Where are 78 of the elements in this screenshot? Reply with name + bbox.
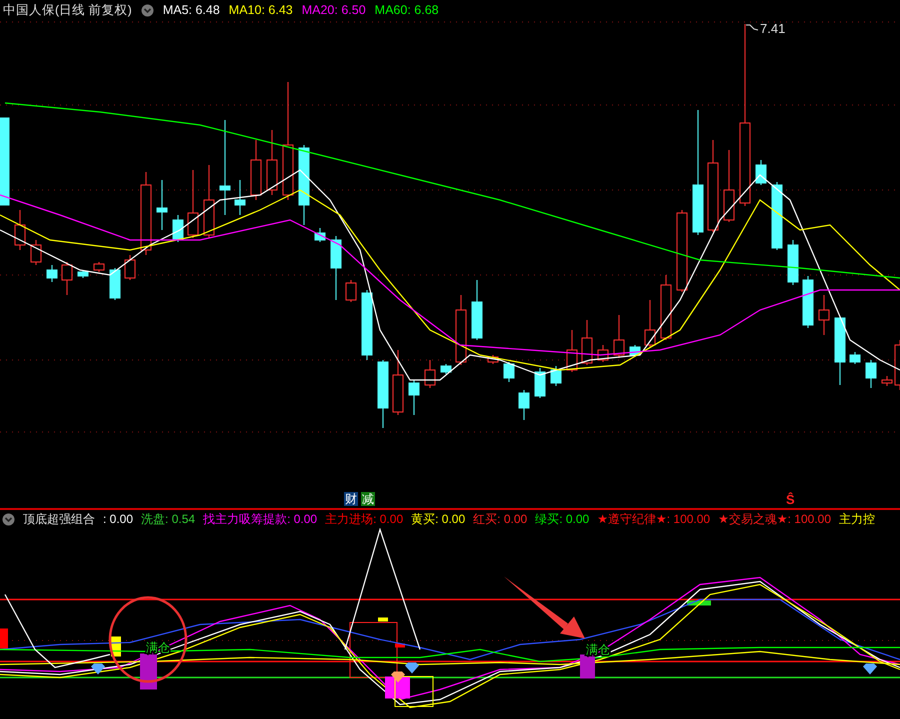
candle [250, 140, 262, 200]
ma-reading: MA5: 6.48 [162, 3, 220, 17]
candle [756, 160, 766, 186]
event-badge[interactable]: 减 [361, 492, 375, 506]
signal-mark: Ŝ [786, 493, 795, 507]
candle [472, 280, 482, 340]
candle [14, 210, 26, 250]
diamond-icon [405, 662, 419, 674]
candle [94, 262, 104, 272]
candle [504, 362, 514, 382]
indicator-reading: : 0.00 [103, 512, 134, 526]
volume-bar [580, 654, 595, 678]
candle [46, 264, 58, 282]
signal-bar [0, 628, 8, 648]
candle [456, 294, 466, 366]
candle [630, 344, 640, 358]
candle [30, 240, 42, 266]
candle [644, 300, 656, 348]
candle [234, 180, 246, 216]
candle [582, 320, 592, 366]
candle [314, 228, 326, 242]
dropdown-icon[interactable] [2, 512, 15, 526]
signal-bar [378, 618, 388, 622]
indicator-reading: 绿买: 0.00 [535, 510, 590, 528]
candle [550, 366, 562, 386]
candle [172, 214, 184, 242]
event-badge[interactable]: 财 [344, 492, 358, 506]
candle [818, 294, 830, 336]
candle [156, 180, 168, 230]
indicator-reading: ★交易之魂★: 100.00 [718, 510, 831, 528]
volume-bar [140, 654, 157, 690]
candle [378, 360, 388, 428]
indicator-title: 顶底超强组合 [23, 510, 95, 528]
ma-reading: MA20: 6.50 [302, 3, 366, 17]
candle [124, 254, 136, 280]
candle [110, 268, 120, 300]
candle [188, 170, 198, 238]
candle [566, 330, 578, 372]
signal-bar [687, 600, 711, 606]
candle [424, 360, 436, 388]
candle [660, 274, 672, 340]
indicator-reading: 主力控 [839, 510, 875, 528]
candle [772, 182, 782, 250]
chart-title: 中国人保(日线 前复权) [3, 2, 132, 18]
candle [788, 240, 798, 286]
high-price-label: 7.41 [760, 21, 786, 36]
candle [534, 368, 546, 398]
candle [834, 316, 846, 386]
candle [598, 344, 608, 362]
ma-reading: MA10: 6.43 [228, 3, 293, 17]
indicator-reading: 主力进场: 0.00 [325, 510, 404, 528]
candle [78, 270, 88, 278]
indicator-reading: 红买: 0.00 [473, 510, 528, 528]
candle [882, 376, 892, 386]
candle [362, 290, 372, 360]
candle [440, 364, 452, 374]
ma-reading: MA60: 6.68 [374, 3, 439, 17]
candle [408, 380, 420, 416]
indicator-reading: 洗盘: 0.54 [141, 510, 196, 528]
indicator-reading: 黄买: 0.00 [411, 510, 466, 528]
indicator-reading: ★遵守纪律★: 100.00 [597, 510, 710, 528]
candle [802, 276, 814, 328]
candle [62, 262, 72, 296]
signal-bar [395, 644, 405, 648]
diamond-icon [91, 664, 105, 674]
candle [488, 354, 498, 364]
candle [518, 390, 530, 420]
indicator-reading: 找主力吸筹提款: 0.00 [203, 510, 318, 528]
diamond-icon [863, 664, 877, 674]
candle [266, 130, 278, 196]
candle [850, 352, 860, 364]
diamond-icon [391, 672, 405, 682]
dropdown-icon[interactable] [140, 4, 154, 16]
candle [614, 314, 624, 358]
candle [330, 236, 342, 300]
candle [392, 350, 404, 416]
candle [866, 360, 876, 388]
candle [346, 280, 356, 302]
